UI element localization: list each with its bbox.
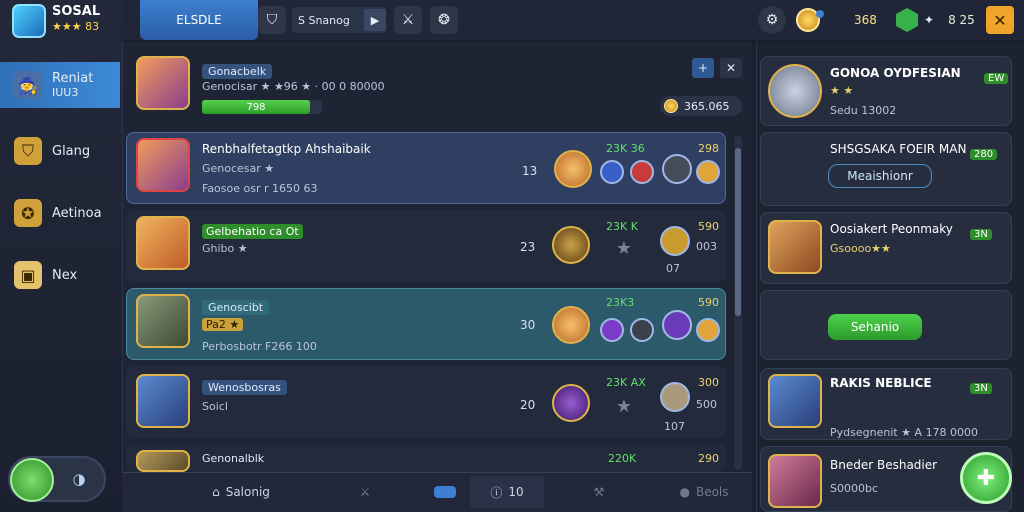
chat-icon[interactable]: ◑ xyxy=(64,466,94,492)
player-avatar[interactable] xyxy=(10,458,54,502)
lion-icon xyxy=(660,226,690,256)
medal-icon: ✪ xyxy=(14,199,42,227)
player-portrait xyxy=(136,294,190,348)
gem-counter: ✦ 8 25 xyxy=(896,8,975,32)
player-portrait xyxy=(136,138,190,192)
hero-badge-icon xyxy=(600,318,624,342)
chat-bubble-icon: ● xyxy=(679,485,690,499)
sidebar-item-label: Aetinoa xyxy=(52,205,102,221)
game-logo-icon xyxy=(12,4,46,38)
tool-button[interactable]: ⚒ xyxy=(574,476,624,508)
home-icon: ⌂ xyxy=(212,485,220,499)
sidebar-item-glang[interactable]: ⛉ Glang xyxy=(0,128,120,174)
toggle-icon xyxy=(434,486,456,498)
shield-tab-icon[interactable]: ⛉ xyxy=(258,6,286,34)
hero-portrait xyxy=(768,374,822,428)
hero-badge-icon xyxy=(630,160,654,184)
team-icon xyxy=(554,150,592,188)
app-stars: ★★★ 83 xyxy=(52,20,100,33)
sidebar-item-reniat[interactable]: 🧙 Reniat IUU3 xyxy=(0,62,120,108)
star-icon: ★ xyxy=(615,395,633,417)
hero-portrait xyxy=(768,454,822,508)
close-button[interactable]: ✕ xyxy=(986,6,1014,34)
team-icon xyxy=(552,306,590,344)
star-icon: ★ xyxy=(615,237,633,259)
player-name: Gonacbelk xyxy=(202,64,273,79)
gem-icon xyxy=(896,8,918,32)
xp-bar: 798 xyxy=(202,100,322,114)
tool-icon: ⚒ xyxy=(593,485,605,499)
add-button[interactable]: ✚ xyxy=(960,452,1012,504)
hero-badge-icon xyxy=(662,154,692,184)
sidebar-item-sublabel: IUU3 xyxy=(52,86,79,99)
tab-active[interactable]: ELSDLE xyxy=(140,0,258,40)
currency-pill: 365.065 xyxy=(660,96,742,116)
avatar-icon: 🧙 xyxy=(14,71,42,99)
close-panel-button[interactable]: ✕ xyxy=(720,58,742,78)
beols-button[interactable]: ● Beols xyxy=(664,476,744,508)
hero-portrait xyxy=(768,64,822,118)
hero-badge-icon xyxy=(696,318,720,342)
player-portrait xyxy=(136,56,190,110)
settings-icon[interactable]: ⚙ xyxy=(758,6,786,34)
team-icon xyxy=(552,384,590,422)
coin-counter: 368 xyxy=(796,8,877,32)
player-portrait xyxy=(136,216,190,270)
player-portrait xyxy=(136,374,190,428)
sidebar-item-label: Nex xyxy=(52,267,78,283)
chest-icon: ▣ xyxy=(14,261,42,289)
team-icon xyxy=(552,226,590,264)
event-button[interactable]: Meaishionr xyxy=(828,164,932,188)
sidebar-item-label: Glang xyxy=(52,143,91,159)
add-friend-button[interactable]: + xyxy=(692,58,714,78)
shield-icon: ⛉ xyxy=(14,137,42,165)
sword-button[interactable]: ⚔ xyxy=(340,476,390,508)
hero-badge-icon xyxy=(662,310,692,340)
hero-badge-icon xyxy=(600,160,624,184)
search-input[interactable]: S Snanog ▶ xyxy=(292,7,386,33)
confirm-button[interactable]: Sehanio xyxy=(828,314,922,340)
play-icon[interactable]: ▶ xyxy=(364,9,386,31)
rating-stars: ★ ★ xyxy=(830,84,854,97)
player-portrait xyxy=(136,450,190,472)
home-button[interactable]: ⌂ Salonig xyxy=(196,476,286,508)
crest-icon xyxy=(660,382,690,412)
sidebar-item-aetinoa[interactable]: ✪ Aetinoa xyxy=(0,190,120,236)
add-icon[interactable]: ✦ xyxy=(924,13,934,27)
swords-icon[interactable]: ⚔ xyxy=(394,6,422,34)
hero-portrait xyxy=(768,220,822,274)
info-icon: ⓘ xyxy=(490,485,503,500)
xp-bar-fill: 798 xyxy=(202,100,310,114)
plus-star-icon: ✚ xyxy=(976,465,996,491)
sidebar-item-label: Reniat xyxy=(52,71,94,86)
scroll-thumb[interactable] xyxy=(735,148,741,316)
sword-icon: ⚔ xyxy=(359,485,371,499)
toggle-button[interactable] xyxy=(430,476,460,508)
count-button[interactable]: ⓘ 10 xyxy=(470,476,544,508)
app-title: SOSAL xyxy=(52,4,101,19)
hero-badge-icon xyxy=(630,318,654,342)
globe-icon[interactable]: ❂ xyxy=(430,6,458,34)
player-subtitle: Genocisar ★ ★96 ★ · 00 0 80000 xyxy=(202,80,385,93)
sidebar-item-nex[interactable]: ▣ Nex xyxy=(0,252,120,298)
coin-icon xyxy=(664,99,678,113)
hero-badge-icon xyxy=(696,160,720,184)
